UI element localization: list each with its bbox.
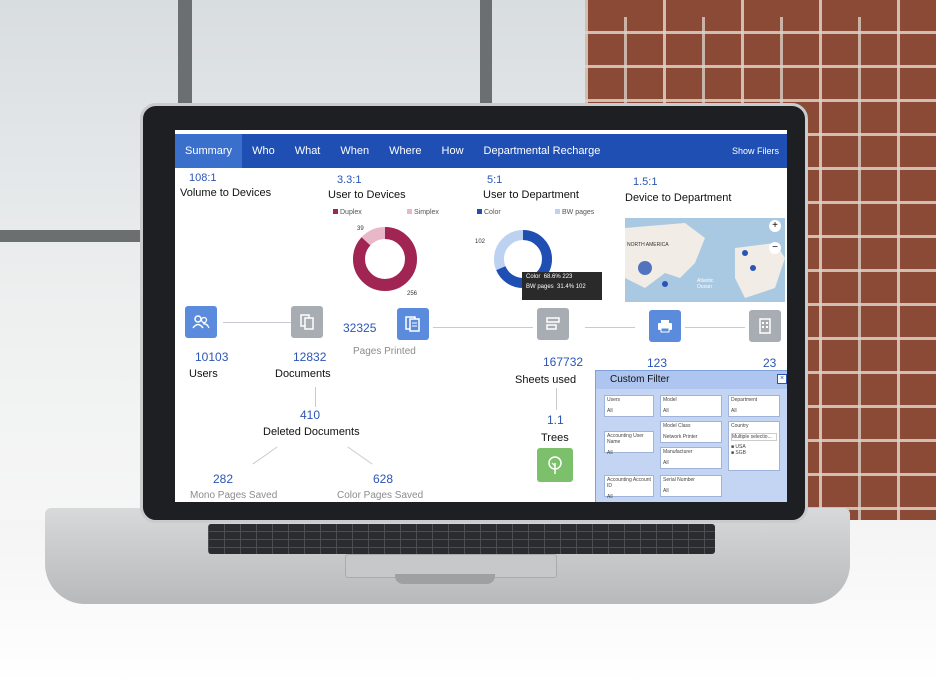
connector-line — [347, 446, 373, 465]
tab-how[interactable]: How — [432, 134, 474, 168]
connector-line — [223, 322, 291, 323]
sheets-value: 167732 — [543, 355, 584, 369]
mono-saved-value: 282 — [213, 472, 234, 486]
map-bubble — [750, 265, 756, 271]
custom-filter-title: Custom Filter — [596, 371, 787, 389]
connector-line — [433, 327, 533, 328]
dashboard-screen: Summary Who What When Where How Departme… — [175, 130, 787, 502]
mono-saved-label: Mono Pages Saved — [190, 490, 278, 501]
users-icon — [185, 306, 217, 338]
deleted-value: 410 — [300, 408, 321, 422]
filter-manufacturer[interactable]: Manufacturer All — [660, 447, 722, 469]
tab-departmental-recharge[interactable]: Departmental Recharge — [474, 134, 611, 168]
tab-what[interactable]: What — [285, 134, 331, 168]
documents-label: Documents — [275, 368, 331, 380]
pages-printed-label: Pages Printed — [353, 346, 416, 357]
metric-user-dept-value: 5:1 — [487, 174, 503, 186]
top-nav: Summary Who What When Where How Departme… — [175, 134, 787, 168]
filter-serial-number[interactable]: Serial Number All — [660, 475, 722, 497]
departments-value: 23 — [763, 356, 777, 370]
donut-label-duplex: 256 — [407, 291, 418, 297]
building-icon — [749, 310, 781, 342]
pages-printed-icon — [397, 308, 429, 340]
filter-users[interactable]: Users All — [604, 395, 654, 417]
color-saved-label: Color Pages Saved — [337, 490, 424, 501]
users-value: 10103 — [195, 350, 229, 364]
filter-department[interactable]: Department All — [728, 395, 780, 417]
trees-value: 1.1 — [547, 413, 564, 427]
custom-filter-panel: Custom Filter × Users All Model All Depart… — [595, 370, 787, 502]
sheets-icon — [537, 308, 569, 340]
map-bubble — [662, 281, 668, 287]
color-saved-value: 628 — [373, 472, 394, 486]
tab-where[interactable]: Where — [379, 134, 431, 168]
metric-volume-devices-value: 108:1 — [189, 172, 217, 184]
chart-tooltip: Color 68.6% 223 BW pages 31.4% 102 — [522, 272, 602, 300]
trees-label: Trees — [541, 432, 569, 444]
metric-device-dept-label: Device to Department — [625, 192, 732, 204]
connector-line — [685, 327, 745, 328]
filter-accounting-user-name[interactable]: Accounting User Name All — [604, 431, 654, 456]
zoom-out-icon[interactable]: − — [769, 242, 781, 254]
duplex-simplex-donut: 39 256 — [353, 226, 418, 297]
legend-duplex: Duplex — [333, 209, 362, 216]
documents-icon — [291, 306, 323, 338]
metric-user-devices-label: User to Devices — [328, 189, 406, 201]
devices-value: 123 — [647, 356, 668, 370]
sheets-label: Sheets used — [515, 374, 577, 386]
connector-line — [252, 446, 278, 465]
filter-model[interactable]: Model All — [660, 395, 722, 417]
metric-user-devices-value: 3.3:1 — [337, 174, 362, 186]
location-map[interactable]: NORTH AMERICA Atlantic Ocean + − — [625, 218, 785, 302]
metric-device-dept-value: 1.5:1 — [633, 176, 658, 188]
keyboard — [208, 524, 715, 554]
zoom-in-icon[interactable]: + — [769, 220, 781, 232]
legend-color: Color — [477, 209, 501, 216]
pages-printed-value: 32325 — [343, 321, 377, 335]
metric-user-dept-label: User to Department — [483, 189, 579, 201]
map-label-north-america: NORTH AMERICA — [627, 242, 669, 248]
legend-simplex: Simplex — [407, 209, 439, 216]
documents-value: 12832 — [293, 350, 327, 364]
connector-line — [315, 387, 316, 407]
tree-icon — [537, 448, 573, 482]
donut-label-bw: 102 — [475, 239, 486, 245]
map-bubble — [638, 261, 652, 275]
lid-notch — [395, 574, 495, 584]
deleted-label: Deleted Documents — [263, 426, 360, 438]
filter-model-class[interactable]: Model Class Network Printer — [660, 421, 722, 443]
close-icon[interactable]: × — [777, 374, 787, 384]
printer-icon — [649, 310, 681, 342]
tab-summary[interactable]: Summary — [175, 134, 243, 168]
tab-when[interactable]: When — [330, 134, 379, 168]
metric-volume-devices-label: Volume to Devices — [180, 187, 272, 199]
filter-accounting-account-id[interactable]: Accounting Account ID All — [604, 475, 654, 500]
show-filters-button[interactable]: Show Filers — [732, 146, 787, 156]
tab-who[interactable]: Who — [242, 134, 285, 168]
legend-bw: BW pages — [555, 209, 594, 216]
users-label: Users — [189, 368, 218, 380]
filter-country[interactable]: Country Multiple selectio... ■ USA ■ SGB — [728, 421, 780, 471]
connector-line — [556, 388, 557, 410]
map-landmass — [625, 223, 705, 288]
connector-line — [585, 327, 635, 328]
donut-label-simplex: 39 — [357, 226, 364, 232]
map-label-ocean: Atlantic Ocean — [697, 278, 714, 290]
map-bubble — [742, 250, 748, 256]
